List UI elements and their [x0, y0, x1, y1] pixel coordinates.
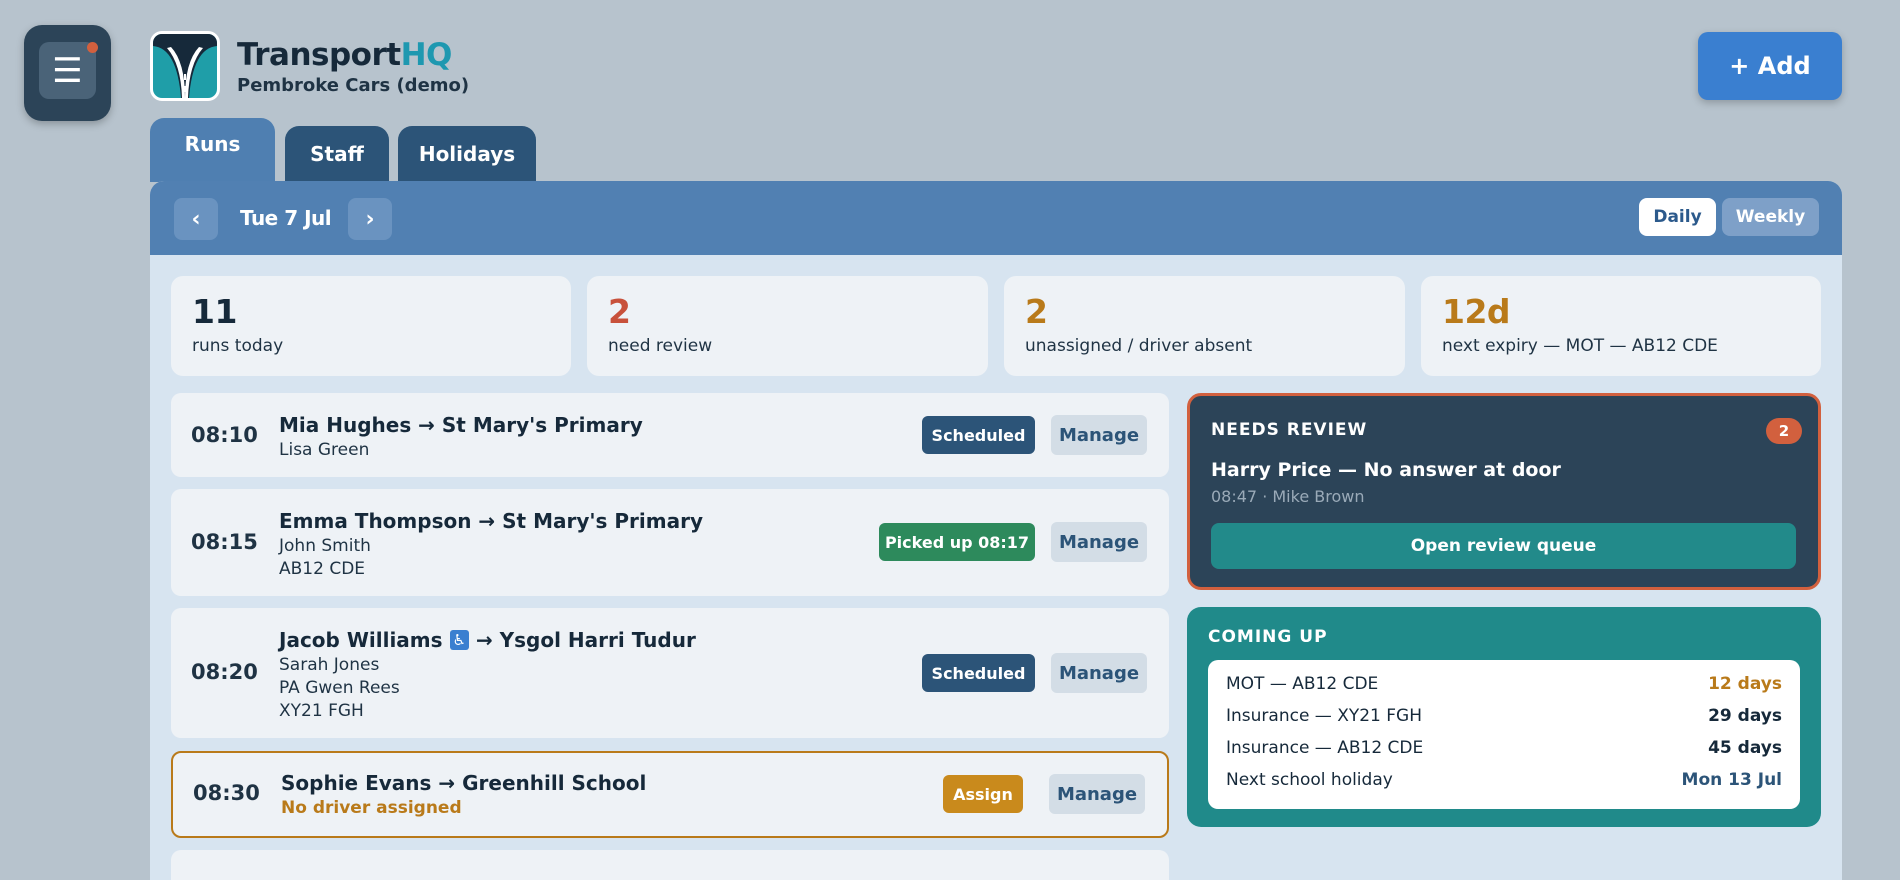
coming-up-heading: COMING UP: [1208, 627, 1328, 647]
assign-button[interactable]: Assign: [943, 775, 1023, 813]
list-item: Insurance — AB12 CDE 45 days: [1226, 738, 1782, 770]
manage-button[interactable]: Manage: [1051, 522, 1147, 562]
tab-staff[interactable]: Staff: [285, 126, 389, 182]
manage-button[interactable]: Manage: [1051, 415, 1147, 455]
item-label: MOT — AB12 CDE: [1226, 674, 1379, 694]
stat-value: 11: [192, 292, 237, 331]
stat-label: need review: [608, 336, 713, 356]
open-review-queue-button[interactable]: Open review queue: [1211, 523, 1796, 569]
stat-unassigned: 2 unassigned / driver absent: [1004, 276, 1405, 376]
item-value: 12 days: [1708, 674, 1782, 694]
app-logo: [150, 31, 220, 101]
stat-value: 2: [1025, 292, 1048, 331]
run-title: Emma Thompson → St Mary's Primary: [279, 509, 703, 533]
run-title: Jacob Williams ♿ → Ysgol Harri Tudur: [279, 628, 696, 652]
item-label: Next school holiday: [1226, 770, 1393, 790]
run-title: Mia Hughes → St Mary's Primary: [279, 413, 643, 437]
run-driver: Sarah Jones: [279, 655, 380, 675]
run-time: 08:10: [191, 423, 258, 447]
organization-name: Pembroke Cars (demo): [237, 75, 470, 96]
item-value: Mon 13 Jul: [1681, 770, 1782, 790]
item-value: 29 days: [1708, 706, 1782, 726]
list-item: MOT — AB12 CDE 12 days: [1226, 674, 1782, 706]
next-day-button[interactable]: ›: [348, 198, 392, 240]
run-row[interactable]: 08:20 Jacob Williams ♿ → Ysgol Harri Tud…: [171, 608, 1169, 738]
status-badge: Scheduled: [922, 416, 1035, 454]
review-item-meta: 08:47 · Mike Brown: [1211, 487, 1365, 506]
review-item-title: Harry Price — No answer at door: [1211, 459, 1561, 481]
tab-runs[interactable]: Runs: [150, 118, 275, 182]
run-row[interactable]: 08:10 Mia Hughes → St Mary's Primary Lis…: [171, 393, 1169, 477]
needs-review-heading: NEEDS REVIEW: [1211, 420, 1368, 440]
item-value: 45 days: [1708, 738, 1782, 758]
run-row[interactable]: 08:15 Emma Thompson → St Mary's Primary …: [171, 489, 1169, 596]
run-assistant: PA Gwen Rees: [279, 678, 400, 698]
list-item: Insurance — XY21 FGH 29 days: [1226, 706, 1782, 738]
run-driver: John Smith: [279, 536, 371, 556]
tab-holidays[interactable]: Holidays: [398, 126, 536, 182]
stat-need-review: 2 need review: [587, 276, 988, 376]
road-logo-icon: [153, 34, 217, 98]
stat-label: unassigned / driver absent: [1025, 336, 1253, 356]
run-vehicle: XY21 FGH: [279, 701, 364, 721]
manage-button[interactable]: Manage: [1049, 774, 1145, 814]
manage-button[interactable]: Manage: [1051, 653, 1147, 693]
item-label: Insurance — AB12 CDE: [1226, 738, 1424, 758]
view-daily-button[interactable]: Daily: [1639, 198, 1716, 236]
stat-runs-today: 11 runs today: [171, 276, 571, 376]
item-label: Insurance — XY21 FGH: [1226, 706, 1423, 726]
no-driver-warning: No driver assigned: [281, 798, 462, 818]
view-weekly-button[interactable]: Weekly: [1722, 198, 1819, 236]
run-row-unassigned[interactable]: 08:30 Sophie Evans → Greenhill School No…: [171, 751, 1169, 838]
date-toolbar: ‹ Tue 7 Jul › Daily Weekly: [150, 181, 1842, 255]
stat-value: 2: [608, 292, 631, 331]
status-badge: Picked up 08:17: [879, 523, 1035, 561]
brand: TransportHQ Pembroke Cars (demo): [237, 36, 469, 97]
stat-next-expiry: 12d next expiry — MOT — AB12 CDE: [1421, 276, 1821, 376]
run-driver: Lisa Green: [279, 440, 370, 460]
list-item: Next school holiday Mon 13 Jul: [1226, 770, 1782, 802]
prev-day-button[interactable]: ‹: [174, 198, 218, 240]
coming-up-card: COMING UP MOT — AB12 CDE 12 days Insuran…: [1187, 607, 1821, 827]
add-button[interactable]: + Add: [1698, 32, 1842, 100]
current-date: Tue 7 Jul: [240, 206, 332, 230]
brand-name: TransportHQ: [237, 37, 452, 73]
stat-value: 12d: [1442, 292, 1511, 331]
status-badge: Scheduled: [922, 654, 1035, 692]
coming-up-list: MOT — AB12 CDE 12 days Insurance — XY21 …: [1208, 660, 1800, 809]
runs-panel: ‹ Tue 7 Jul › Daily Weekly 11 runs today…: [150, 181, 1842, 880]
run-title: Sophie Evans → Greenhill School: [281, 771, 647, 795]
run-row-partial[interactable]: [171, 850, 1169, 880]
run-time: 08:15: [191, 530, 258, 554]
run-time: 08:20: [191, 660, 258, 684]
review-count-badge: 2: [1766, 418, 1802, 444]
run-time: 08:30: [193, 781, 260, 805]
stat-label: runs today: [192, 336, 284, 356]
needs-review-card: NEEDS REVIEW 2 Harry Price — No answer a…: [1187, 393, 1821, 590]
stat-label: next expiry — MOT — AB12 CDE: [1442, 336, 1718, 356]
wheelchair-icon: ♿: [449, 630, 469, 650]
notification-dot: [87, 42, 98, 53]
run-vehicle: AB12 CDE: [279, 559, 366, 579]
menu-button[interactable]: ☰: [24, 25, 111, 121]
